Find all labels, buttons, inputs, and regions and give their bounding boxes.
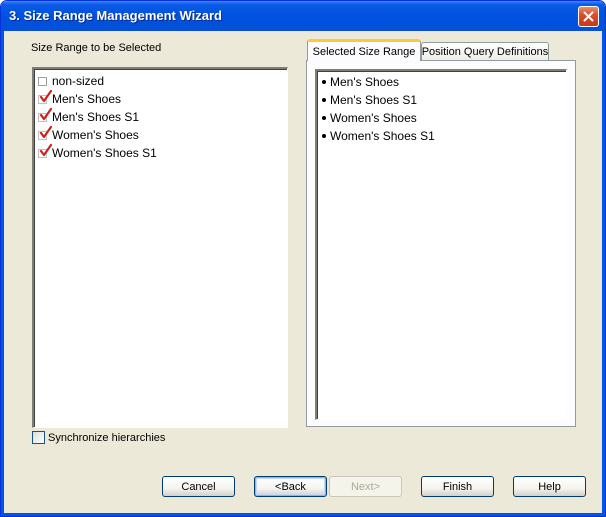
checkmark-icon	[39, 125, 52, 138]
checked-checkbox-icon[interactable]	[38, 143, 52, 158]
help-button[interactable]: Help	[513, 476, 586, 497]
selected-size-range-item[interactable]: Women's Shoes S1	[321, 127, 435, 145]
bullet-icon	[322, 80, 326, 84]
selected-size-range-item[interactable]: Men's Shoes S1	[321, 91, 417, 109]
next-button-label: Next>	[350, 480, 381, 493]
tab-selected-size-range[interactable]: Selected Size Range	[307, 39, 421, 61]
window-title: 3. Size Range Management Wizard	[9, 8, 222, 23]
tab-label: Selected Size Range	[312, 45, 416, 58]
wizard-window: 3. Size Range Management Wizard Size Ran…	[0, 0, 606, 517]
window-frame-right	[602, 31, 605, 516]
cancel-button-label: Cancel	[181, 480, 216, 493]
unchecked-checkbox-icon[interactable]	[38, 76, 47, 86]
size-range-label: Size Range to be Selected	[31, 42, 162, 54]
bullet-icon	[322, 98, 326, 102]
help-button-label: Help	[538, 480, 561, 493]
close-button[interactable]	[578, 6, 599, 27]
checked-checkbox-icon[interactable]	[38, 125, 52, 140]
checkmark-icon	[39, 107, 52, 120]
size-range-item[interactable]: Men's Shoes	[38, 89, 121, 108]
cancel-button[interactable]: Cancel	[162, 476, 235, 497]
bullet-icon	[322, 134, 326, 138]
window-frame-bottom	[1, 513, 605, 516]
size-range-item[interactable]: Women's Shoes	[38, 125, 139, 144]
size-range-item-label: Men's Shoes S1	[52, 110, 140, 124]
window-frame-left	[1, 31, 4, 516]
size-range-item[interactable]: Men's Shoes S1	[38, 107, 140, 126]
finish-button[interactable]: Finish	[421, 476, 494, 497]
finish-button-label: Finish	[442, 480, 473, 493]
selected-item-label: Women's Shoes	[330, 111, 417, 125]
size-range-item-label: Women's Shoes	[52, 128, 139, 142]
next-button: Next>	[329, 476, 402, 497]
synchronize-checkbox[interactable]	[32, 431, 45, 444]
size-range-item-label: Women's Shoes S1	[52, 146, 157, 160]
tab-label: Position Query Definitions	[421, 46, 549, 58]
checkmark-icon	[39, 89, 52, 102]
checked-checkbox-icon[interactable]	[38, 107, 52, 122]
selected-size-range-item[interactable]: Women's Shoes	[321, 109, 417, 127]
selected-item-label: Men's Shoes S1	[330, 93, 418, 107]
tab-panel: Men's Shoes Men's Shoes S1 Women's Shoes Wo…	[306, 60, 576, 427]
synchronize-label: Synchronize hierarchies	[48, 432, 166, 444]
size-range-item-label: non-sized	[52, 74, 105, 88]
back-button[interactable]: <Back	[254, 476, 327, 497]
bullet-icon	[322, 116, 326, 120]
checked-checkbox-icon[interactable]	[38, 89, 52, 104]
selected-item-label: Men's Shoes	[330, 75, 399, 89]
back-button-label: <Back	[275, 480, 306, 493]
size-range-tree[interactable]: non-sized Men's Shoes Men's Shoes S1 Women'…	[32, 67, 288, 428]
title-bar[interactable]: 3. Size Range Management Wizard	[1, 1, 605, 31]
size-range-item[interactable]: non-sized	[38, 72, 104, 90]
selected-size-range-item[interactable]: Men's Shoes	[321, 73, 399, 91]
selected-item-label: Women's Shoes S1	[330, 129, 435, 143]
close-icon	[583, 11, 594, 22]
size-range-item[interactable]: Women's Shoes S1	[38, 143, 157, 162]
selected-size-range-list[interactable]: Men's Shoes Men's Shoes S1 Women's Shoes Wo…	[315, 69, 567, 420]
tab-position-query-definitions[interactable]: Position Query Definitions	[421, 42, 549, 61]
size-range-item-label: Men's Shoes	[52, 92, 121, 106]
checkmark-icon	[39, 143, 52, 156]
